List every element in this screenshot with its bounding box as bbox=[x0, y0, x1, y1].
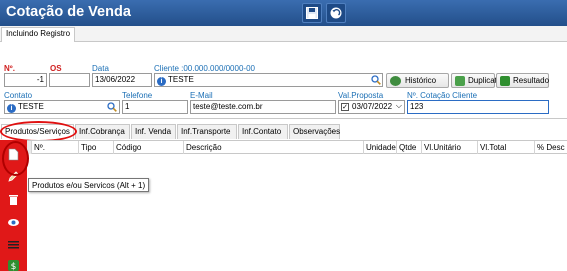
data-label: Data bbox=[92, 64, 109, 73]
tab-observacoes[interactable]: Observações bbox=[289, 124, 340, 139]
list-icon[interactable] bbox=[7, 238, 20, 251]
os-field[interactable] bbox=[49, 73, 90, 87]
history-icon bbox=[390, 76, 401, 86]
record-tab-bar: Incluindo Registro bbox=[0, 26, 567, 42]
cliente-field[interactable]: i TESTE bbox=[154, 73, 383, 87]
grid-col-desc[interactable]: % Desc bbox=[535, 141, 567, 154]
contato-value: TESTE bbox=[18, 102, 44, 111]
tab-inf-cobranca[interactable]: Inf.Cobrança bbox=[75, 124, 130, 139]
numero-field[interactable]: -1 bbox=[4, 73, 47, 87]
duplicates-icon bbox=[455, 76, 465, 86]
os-label: OS bbox=[50, 64, 62, 73]
info-icon: i bbox=[157, 77, 166, 86]
grid-col-unidade[interactable]: Unidade bbox=[364, 141, 397, 154]
tab-inf-venda[interactable]: Inf. Venda bbox=[131, 124, 176, 139]
grid-col-vl-unitario[interactable]: Vl.Unitário bbox=[422, 141, 478, 154]
grid-col-qtde[interactable]: Qtde bbox=[397, 141, 422, 154]
floppy-disk-icon bbox=[306, 7, 318, 19]
tab-produtos-servicos[interactable]: Produtos/Serviços bbox=[1, 124, 74, 139]
grid-col-numero[interactable]: Nº. bbox=[32, 141, 79, 154]
chevron-down-icon[interactable]: ⌵ bbox=[396, 101, 402, 111]
money-icon bbox=[500, 76, 510, 86]
view-eye-icon[interactable] bbox=[7, 216, 20, 229]
email-label: E-Mail bbox=[190, 91, 213, 100]
cotacao-cliente-label: Nº. Cotação Cliente bbox=[407, 91, 478, 100]
info-icon: i bbox=[7, 104, 16, 113]
grid-col-vl-total[interactable]: Vl.Total bbox=[478, 141, 535, 154]
grid-col-descricao[interactable]: Descrição bbox=[184, 141, 364, 154]
tab-inf-contato[interactable]: Inf.Contato bbox=[238, 124, 288, 139]
tooltip: Produtos e/ou Servicos (Alt + 1) bbox=[28, 178, 150, 192]
edit-pencil-icon[interactable] bbox=[7, 170, 20, 183]
resultado-label: Resultado bbox=[513, 76, 550, 85]
historico-button[interactable]: Histórico bbox=[386, 73, 449, 88]
val-proposta-checkbox[interactable]: ✓ bbox=[341, 103, 349, 111]
contato-label: Contato bbox=[4, 91, 33, 100]
svg-text:$: $ bbox=[11, 262, 17, 271]
tab-incluindo-registro[interactable]: Incluindo Registro bbox=[1, 27, 76, 42]
cotacao-cliente-field[interactable]: 123 bbox=[407, 100, 549, 114]
title-bar: Cotação de Venda bbox=[0, 0, 567, 26]
money-icon[interactable]: $ bbox=[7, 259, 20, 271]
action-sidebar: $ bbox=[0, 140, 27, 271]
contato-field[interactable]: i TESTE bbox=[4, 100, 120, 114]
duplicatas-button[interactable]: Duplicatas bbox=[451, 73, 505, 88]
items-grid-header: Nº. Tipo Código Descrição Unidade Qtde V… bbox=[27, 140, 567, 154]
tab-inf-transporte[interactable]: Inf.Transporte bbox=[177, 124, 237, 139]
window-title: Cotação de Venda bbox=[6, 4, 131, 20]
grid-col-codigo[interactable]: Código bbox=[114, 141, 184, 154]
telefone-label: Telefone bbox=[122, 91, 153, 100]
search-icon[interactable] bbox=[107, 102, 117, 112]
grid-col-tipo[interactable]: Tipo bbox=[79, 141, 114, 154]
cliente-label: Cliente :00.000.000/0000-00 bbox=[154, 64, 255, 73]
undo-icon bbox=[330, 7, 342, 19]
val-proposta-value: 03/07/2022 bbox=[352, 102, 393, 111]
historico-label: Histórico bbox=[405, 76, 437, 85]
new-document-icon[interactable] bbox=[7, 148, 20, 161]
resultado-button[interactable]: Resultado bbox=[496, 73, 549, 88]
save-button[interactable] bbox=[302, 3, 322, 23]
val-proposta-field[interactable]: ✓ 03/07/2022 ⌵ bbox=[338, 100, 405, 114]
undo-button[interactable] bbox=[326, 3, 346, 23]
email-field[interactable]: teste@teste.com.br bbox=[190, 100, 336, 114]
delete-trash-icon[interactable] bbox=[7, 193, 20, 206]
divider bbox=[0, 118, 567, 119]
data-field[interactable]: 13/06/2022 bbox=[92, 73, 152, 87]
cliente-value: TESTE bbox=[168, 75, 194, 84]
telefone-field[interactable]: 1 bbox=[122, 100, 188, 114]
numero-label: Nº. bbox=[4, 64, 15, 73]
search-icon[interactable] bbox=[371, 75, 381, 85]
val-proposta-label: Val.Proposta bbox=[338, 91, 384, 100]
